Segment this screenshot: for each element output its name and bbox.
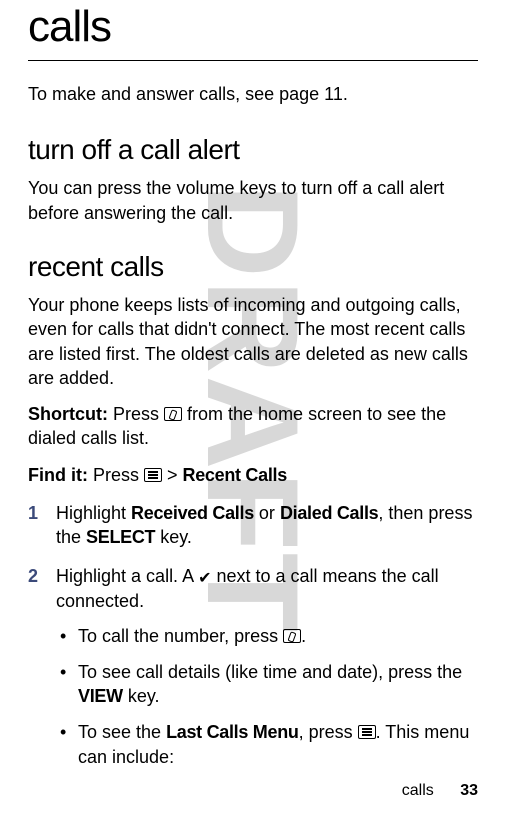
step2-bullets: To call the number, press . To see call …: [56, 624, 478, 769]
shortcut-label: Shortcut:: [28, 404, 108, 424]
page-content: calls To make and answer calls, see page…: [28, 0, 478, 769]
intro-text: To make and answer calls, see page 11.: [28, 83, 478, 106]
footer-label: calls: [402, 782, 434, 799]
b3-mid: , press: [299, 722, 358, 742]
section-heading-recent-calls: recent calls: [28, 251, 478, 283]
section-heading-turn-off-alert: turn off a call alert: [28, 134, 478, 166]
section-body-recent-calls: Your phone keeps lists of incoming and o…: [28, 293, 478, 390]
findit-sep: >: [162, 465, 183, 485]
bullet-call-details: To see call details (like time and date)…: [56, 660, 478, 709]
findit-pre: Press: [88, 465, 144, 485]
findit-target: Recent Calls: [183, 465, 287, 485]
section-body-turn-off-alert: You can press the volume keys to turn of…: [28, 176, 478, 225]
step2-pre: Highlight a call. A: [56, 566, 198, 586]
b3-menu-name: Last Calls Menu: [166, 722, 299, 742]
b1-pre: To call the number, press: [78, 626, 283, 646]
step1-received: Received Calls: [131, 503, 254, 523]
b2-post: key.: [123, 686, 160, 706]
menu-key-icon: [144, 468, 162, 482]
bullet-last-calls-menu: To see the Last Calls Menu, press . This…: [56, 720, 478, 769]
step1-select-key: SELECT: [86, 527, 155, 547]
menu-key-icon: [358, 725, 376, 739]
step-number: 2: [28, 564, 38, 588]
step-1: 1 Highlight Received Calls or Dialed Cal…: [28, 501, 478, 550]
b1-post: .: [301, 626, 306, 646]
steps-list: 1 Highlight Received Calls or Dialed Cal…: [28, 501, 478, 769]
bullet-call-number: To call the number, press .: [56, 624, 478, 648]
findit-label: Find it:: [28, 465, 88, 485]
step1-post: key.: [155, 527, 192, 547]
shortcut-line: Shortcut: Press from the home screen to …: [28, 402, 478, 451]
b2-pre: To see call details (like time and date)…: [78, 662, 462, 682]
step1-pre: Highlight: [56, 503, 131, 523]
step1-or: or: [254, 503, 280, 523]
shortcut-pre: Press: [108, 404, 164, 424]
send-key-icon: [283, 629, 301, 643]
page-footer: calls 33: [402, 782, 478, 800]
b2-view-key: VIEW: [78, 686, 123, 706]
page-title: calls: [28, 0, 478, 61]
findit-line: Find it: Press > Recent Calls: [28, 463, 478, 487]
step-2: 2 Highlight a call. A ✔ next to a call m…: [28, 564, 478, 769]
checkmark-icon: ✔: [198, 568, 211, 590]
page-number: 33: [460, 782, 478, 799]
b3-pre: To see the: [78, 722, 166, 742]
step1-dialed: Dialed Calls: [280, 503, 378, 523]
step-number: 1: [28, 501, 38, 525]
send-key-icon: [164, 407, 182, 421]
